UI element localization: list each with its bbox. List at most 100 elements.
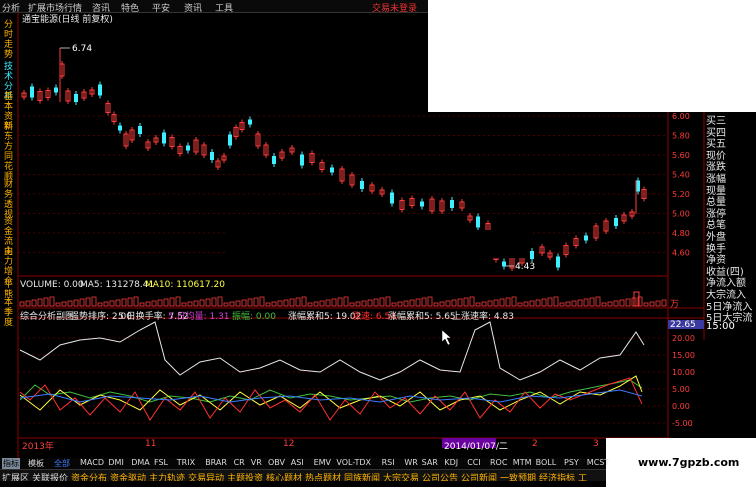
volume-bar <box>451 299 457 307</box>
volume-bar <box>649 301 655 307</box>
low-price-label: 4.43 <box>515 262 536 272</box>
candle-body <box>98 84 102 96</box>
volume-bar <box>481 301 487 307</box>
volume-bar <box>145 301 151 307</box>
candle-body <box>228 134 232 146</box>
indicator-tab[interactable]: TRIX <box>177 458 195 467</box>
indicator-tab[interactable]: EMV <box>314 458 331 467</box>
volume-ma10: MA10: 110617.20 <box>145 280 225 290</box>
indicator-tab[interactable]: DMI <box>108 458 123 467</box>
indicator-line-series <box>19 321 645 421</box>
tab-season[interactable]: 本季度 <box>4 298 15 328</box>
volume-bar <box>67 300 73 307</box>
volume-bar <box>235 300 241 307</box>
volume-bar <box>523 301 529 307</box>
indicator-tab[interactable]: OBV <box>268 458 285 467</box>
indicator-tab[interactable]: RSI <box>382 458 395 467</box>
volume-bar <box>493 299 499 307</box>
volume-bar <box>115 299 121 307</box>
indicator-tab[interactable]: DMA <box>131 458 150 467</box>
price-axis-tick: 5.20 <box>672 190 690 199</box>
indicator-tab[interactable]: WR <box>404 458 417 467</box>
price-axis-tick: 5.80 <box>672 132 690 141</box>
volume-bar <box>589 297 595 307</box>
volume-bar <box>127 297 133 307</box>
indicator-legend-item: 上涨速率: 4.83 <box>452 312 514 322</box>
indicator-tab[interactable]: BRAR <box>205 458 227 467</box>
volume-bar <box>169 297 175 307</box>
volume-bar <box>85 297 91 307</box>
volume-bar <box>619 299 625 307</box>
tab-intraday[interactable]: 分时走势 <box>4 20 15 60</box>
indicator-tab[interactable]: 模板 <box>28 458 44 469</box>
indicator-value-badge: 22.65 <box>670 320 696 330</box>
tab-bull-bear[interactable]: 牛熊 <box>4 280 15 300</box>
tab-tonghuashun[interactable]: 同花顺 <box>4 152 15 182</box>
indicator-legend-item: 涨幅累和5: 19.02 <box>288 312 362 322</box>
indicator-tab[interactable]: 指标 <box>2 458 20 469</box>
volume-bar <box>121 298 127 307</box>
volume-bar <box>607 301 613 307</box>
volume-bar <box>397 301 403 307</box>
volume-bar <box>217 296 223 307</box>
price-axis-tick: 4.80 <box>672 229 690 238</box>
candle-body <box>530 251 534 259</box>
indicator-tab[interactable]: ASI <box>291 458 304 467</box>
indicator-tab[interactable]: MTM <box>513 458 532 467</box>
volume-bar <box>265 302 271 307</box>
candle-body <box>614 218 618 226</box>
volume-bar <box>247 298 253 307</box>
indicator-tab[interactable]: PSY <box>564 458 579 467</box>
candle-body <box>636 180 640 192</box>
tab-new-oriental[interactable]: 新东方 <box>4 122 15 152</box>
indicator-tab[interactable]: BOLL <box>536 458 557 467</box>
volume-bar <box>517 302 523 307</box>
volume-bar <box>37 298 43 307</box>
volume-bar <box>403 300 409 307</box>
price-axis: 6.00 5.80 5.60 5.40 5.20 5.00 4.80 4.60 <box>672 112 690 258</box>
volume-bar <box>613 300 619 307</box>
volume-bar <box>553 296 559 307</box>
tab-finance[interactable]: 财务透视 <box>4 180 15 220</box>
candle-body <box>476 216 480 228</box>
indicator-tab[interactable]: MACD <box>80 458 104 467</box>
indicator-tab[interactable]: VR <box>251 458 262 467</box>
indicator-tab[interactable]: CR <box>234 458 245 467</box>
volume-bar <box>571 300 577 307</box>
quote-panel: 买三 买四 买五 现价 涨跌 涨幅 现量 总量 涨停 总笔 外盘 换手 净资 收益(四) 净流入额 大宗流入 5… <box>704 112 756 342</box>
volume-bar <box>271 301 277 307</box>
volume-bar <box>355 301 361 307</box>
volume-bar <box>391 302 397 307</box>
indicator-tab[interactable]: MCST <box>587 458 609 467</box>
quote-label: 15:00 <box>706 320 735 332</box>
volume-bar <box>175 296 181 307</box>
volume-bar <box>79 298 85 307</box>
volume-bar <box>427 296 433 307</box>
volume-bar <box>313 301 319 307</box>
volume-bar <box>19 301 25 307</box>
indicator-tab[interactable]: 全部 <box>54 458 70 469</box>
indicator-tab[interactable]: CCI <box>467 458 481 467</box>
blacked-out-region <box>226 230 530 258</box>
volume-bar <box>187 301 193 307</box>
chart-title: 通宝能源(日线 前复权) <box>22 15 113 25</box>
volume-bar <box>379 297 385 307</box>
indicator-tab[interactable]: ROC <box>490 458 507 467</box>
volume-bar <box>361 300 367 307</box>
volume-bar <box>433 302 439 307</box>
volume-bar-series <box>19 291 667 307</box>
indicator-tab[interactable]: KDJ <box>444 458 458 467</box>
candle-body <box>450 200 454 208</box>
indicator-tab[interactable]: FSL <box>154 458 168 467</box>
indicator-tab[interactable]: SAR <box>422 458 438 467</box>
volume-bar <box>547 297 553 307</box>
volume-bar <box>505 297 511 307</box>
indicator-tab[interactable]: VOL-TDX <box>336 458 371 467</box>
volume-bar <box>139 302 145 307</box>
volume-bar <box>343 296 349 307</box>
indicator-legend-item: 振幅: 0.00 <box>232 312 276 322</box>
timeline-label-feb: 2 <box>532 439 538 449</box>
indicator-axis-tick: -5.00 <box>672 419 693 428</box>
volume-bar <box>643 302 649 307</box>
volume-bar <box>307 302 313 307</box>
